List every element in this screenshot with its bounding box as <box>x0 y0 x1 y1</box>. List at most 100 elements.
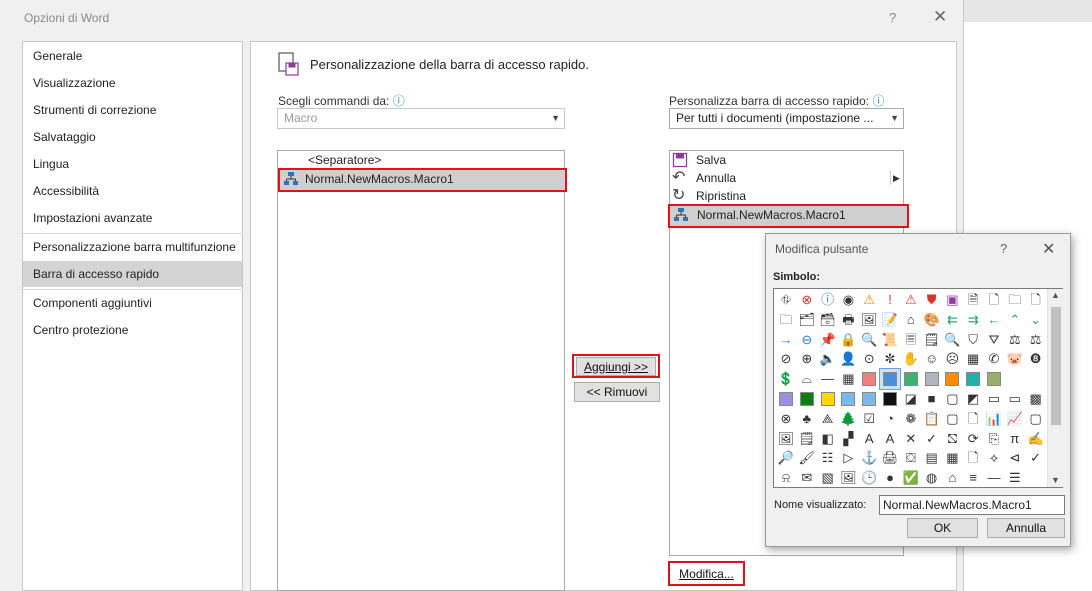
scrollbar-thumb[interactable] <box>1051 307 1061 425</box>
symbol-cell[interactable]: ❁ <box>901 409 921 429</box>
symbol-cell[interactable]: 🖶 <box>838 310 858 330</box>
symbol-cell[interactable]: 🗀 <box>1005 290 1025 310</box>
symbol-cell[interactable]: ⊙ <box>859 349 879 369</box>
symbol-cell[interactable]: A <box>859 429 879 449</box>
nav-item-trust-center[interactable]: Centro protezione <box>23 317 242 343</box>
symbol-cell[interactable]: 🖌 <box>797 448 817 468</box>
symbol-cell[interactable] <box>859 369 879 389</box>
symbol-cell[interactable]: ⌄ <box>1026 310 1046 330</box>
dialog-close-button[interactable]: ✕ <box>1042 239 1055 259</box>
symbol-cell[interactable]: ⚖ <box>1026 330 1046 350</box>
symbol-cell[interactable]: 🗋 <box>963 448 983 468</box>
symbol-cell[interactable]: 🗒 <box>797 429 817 449</box>
symbol-cell[interactable]: ✋ <box>901 349 921 369</box>
display-name-input[interactable]: Normal.NewMacros.Macro1 <box>879 495 1065 515</box>
symbol-cell[interactable] <box>901 369 921 389</box>
symbol-cell[interactable]: 🔒 <box>838 330 858 350</box>
symbol-cell[interactable]: ■ <box>922 389 942 409</box>
nav-item-correzione[interactable]: Strumenti di correzione <box>23 97 242 123</box>
list-item-separator[interactable]: <Separatore> <box>308 151 381 169</box>
nav-item-addins[interactable]: Componenti aggiuntivi <box>23 290 242 316</box>
symbol-cell[interactable]: ! <box>880 290 900 310</box>
list-item-macro-toolbar[interactable]: Normal.NewMacros.Macro1 <box>668 204 909 228</box>
symbol-cell[interactable]: — <box>984 468 1004 488</box>
add-button[interactable]: Aggiungi >> <box>576 357 656 376</box>
nav-item-visualizzazione[interactable]: Visualizzazione <box>23 70 242 96</box>
symbol-cell[interactable]: 🖼 <box>838 468 858 488</box>
symbol-cell[interactable]: 🌲 <box>838 409 858 429</box>
symbol-cell[interactable]: ▭ <box>1005 389 1025 409</box>
symbol-cell[interactable]: ☷ <box>818 448 838 468</box>
symbol-cell[interactable]: ◧ <box>818 429 838 449</box>
symbol-cell[interactable]: 🗎 <box>963 290 983 310</box>
symbol-cell[interactable]: ⛊ <box>922 290 942 310</box>
symbol-cell[interactable]: ⟳ <box>963 429 983 449</box>
symbol-cell[interactable]: ⍾ <box>776 468 796 488</box>
symbol-cell[interactable]: 👤 <box>838 349 858 369</box>
symbol-cell[interactable]: A <box>880 429 900 449</box>
symbol-cell[interactable]: ◔ <box>880 409 900 429</box>
symbol-cell[interactable]: 🗋 <box>984 290 1004 310</box>
scroll-down-icon[interactable]: ▼ <box>1051 475 1060 485</box>
symbol-cell[interactable]: 🎨 <box>922 310 942 330</box>
symbol-cell[interactable] <box>963 369 983 389</box>
symbol-cell[interactable]: ✓ <box>922 429 942 449</box>
nav-item-ribbon[interactable]: Personalizzazione barra multifunzione <box>23 234 242 260</box>
symbol-cell[interactable]: ⇇ <box>942 310 962 330</box>
symbol-cell[interactable]: ▦ <box>942 448 962 468</box>
nav-item-avanzate[interactable]: Impostazioni avanzate <box>23 205 242 231</box>
symbol-cell[interactable]: 📈 <box>1005 409 1025 429</box>
help-button[interactable]: ? <box>889 10 896 25</box>
symbol-cell[interactable]: ❽ <box>1026 349 1046 369</box>
choose-commands-select[interactable]: Macro ▼ <box>277 108 565 129</box>
symbol-cell[interactable]: ◍ <box>922 468 942 488</box>
nav-item-salvataggio[interactable]: Salvataggio <box>23 124 242 150</box>
symbol-cell[interactable]: 🔎 <box>776 448 796 468</box>
symbol-cell[interactable]: 💲 <box>776 369 796 389</box>
symbol-cell[interactable]: ⊖ <box>797 330 817 350</box>
nav-item-quick-access[interactable]: Barra di accesso rapido <box>23 261 242 287</box>
symbol-cell[interactable]: 🖼 <box>859 310 879 330</box>
symbol-cell[interactable]: ◪ <box>901 389 921 409</box>
symbol-cell[interactable]: 🔍 <box>859 330 879 350</box>
symbol-cell[interactable] <box>859 389 879 409</box>
symbol-cell[interactable]: ▧ <box>818 468 838 488</box>
scroll-up-icon[interactable]: ▲ <box>1051 290 1060 300</box>
symbol-cell[interactable]: ▢ <box>942 409 962 429</box>
symbol-cell[interactable]: ▭ <box>984 389 1004 409</box>
symbol-cell[interactable]: ● <box>880 468 900 488</box>
symbol-cell[interactable]: ▷ <box>838 448 858 468</box>
symbol-cell[interactable]: ⊘ <box>776 349 796 369</box>
symbol-cell[interactable]: ≡ <box>963 468 983 488</box>
symbol-cell[interactable]: ⛉ <box>963 330 983 350</box>
symbol-cell[interactable]: ▞ <box>838 429 858 449</box>
symbol-cell[interactable]: ⊲ <box>1005 448 1025 468</box>
symbol-cell[interactable]: ☺ <box>922 349 942 369</box>
symbol-cell[interactable]: ⛗ <box>776 290 796 310</box>
symbol-cell[interactable]: ✆ <box>984 349 1004 369</box>
symbol-cell[interactable]: 🗋 <box>963 409 983 429</box>
symbol-cell[interactable]: ⟡ <box>984 448 1004 468</box>
symbol-cell[interactable] <box>818 389 838 409</box>
nav-item-generale[interactable]: Generale <box>23 43 242 69</box>
list-item-ripristina[interactable]: ↻ Ripristina <box>670 187 890 205</box>
symbol-cell[interactable]: 🗋 <box>1026 290 1046 310</box>
cancel-button[interactable]: Annulla <box>987 518 1065 538</box>
symbol-cell[interactable]: ☹ <box>942 349 962 369</box>
symbol-cell[interactable]: ⊕ <box>797 349 817 369</box>
symbol-cell[interactable]: ← <box>984 310 1004 330</box>
symbol-cell[interactable]: ▦ <box>963 349 983 369</box>
symbol-cell[interactable]: ⊗ <box>776 409 796 429</box>
symbol-cell[interactable]: 🕒 <box>859 468 879 488</box>
symbol-cell[interactable]: 🗀 <box>776 310 796 330</box>
symbol-cell[interactable]: ⚠ <box>859 290 879 310</box>
symbol-cell-selected[interactable] <box>879 368 901 391</box>
symbol-cell[interactable]: ⚖ <box>1005 330 1025 350</box>
symbol-cell[interactable]: ♣ <box>797 409 817 429</box>
symbol-cell[interactable]: ✓ <box>1026 448 1046 468</box>
commands-list[interactable]: <Separatore> Normal.NewMacros.Macro1 <box>277 150 567 591</box>
symbol-cell[interactable]: ⌂ <box>901 310 921 330</box>
symbol-cell[interactable]: ⌓ <box>797 369 817 389</box>
symbol-cell[interactable]: ▩ <box>1026 389 1046 409</box>
nav-item-lingua[interactable]: Lingua <box>23 151 242 177</box>
